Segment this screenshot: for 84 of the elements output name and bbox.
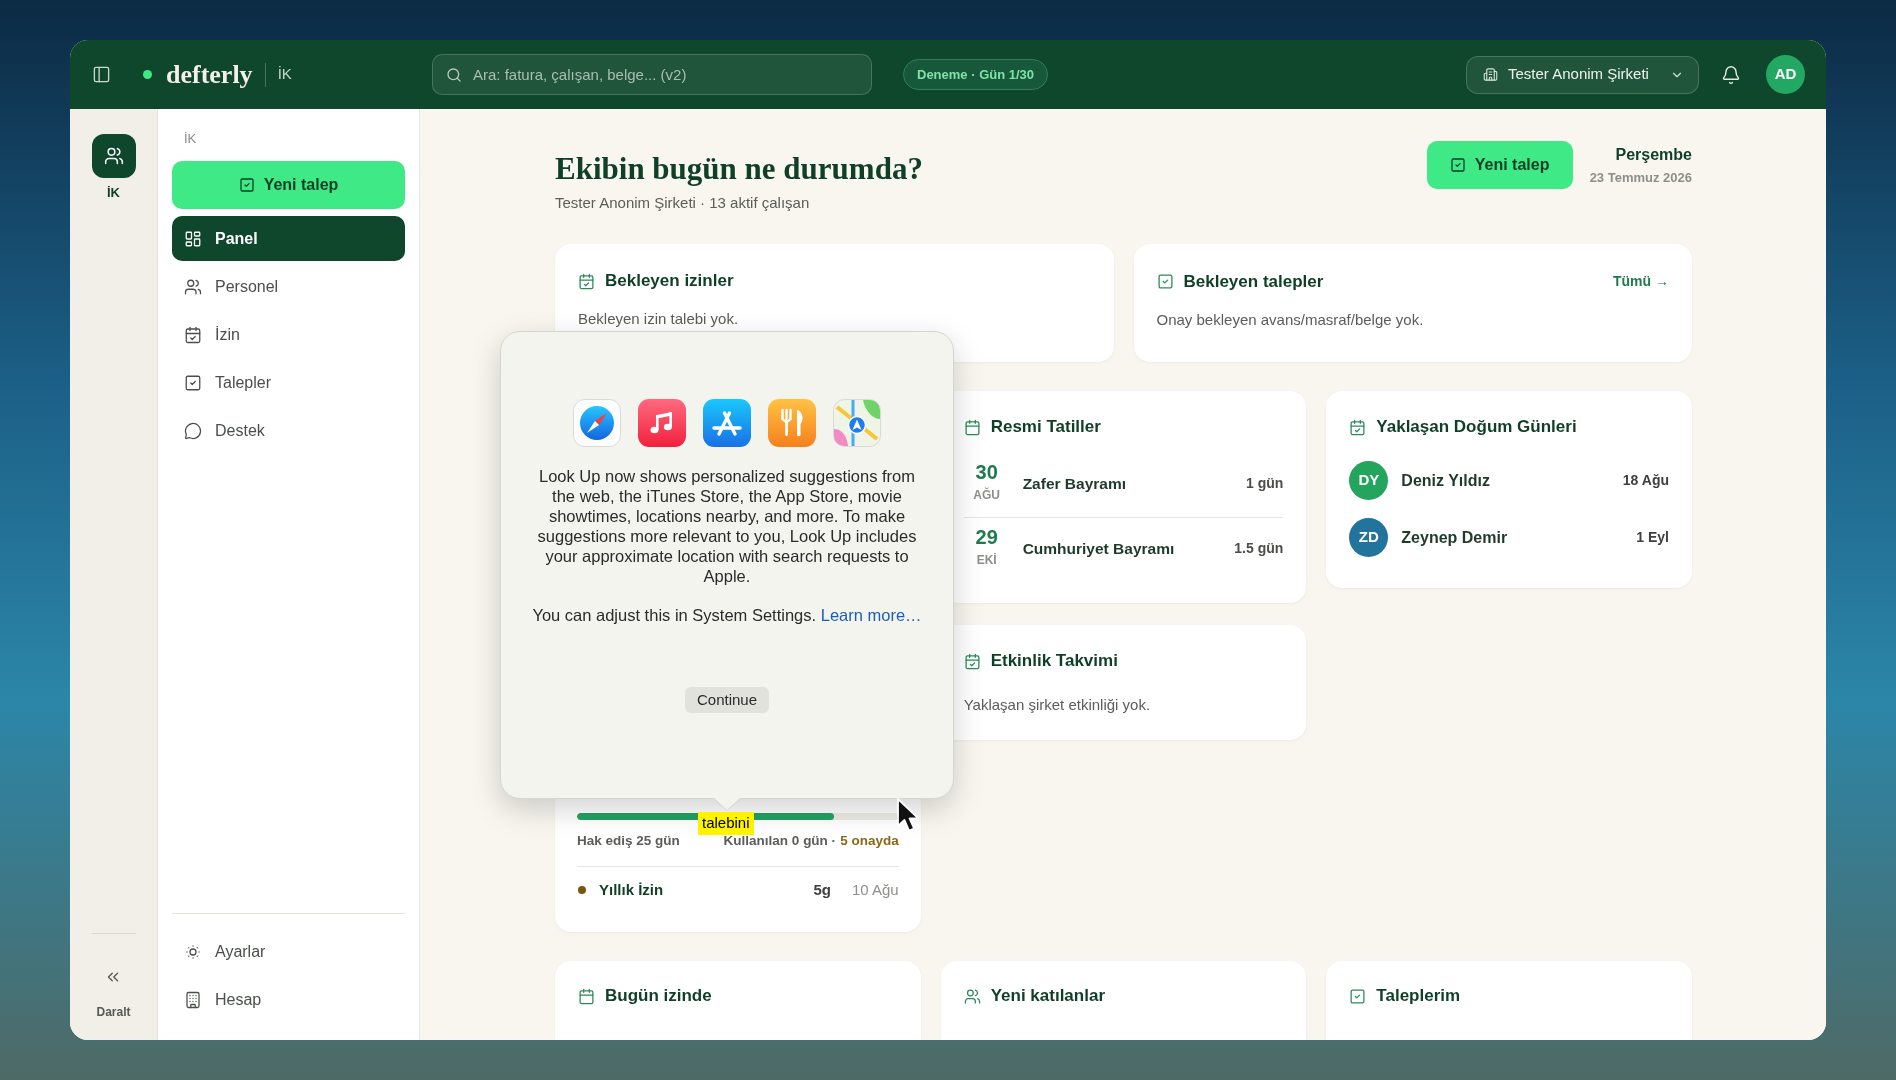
- card-title: Etkinlik Takvimi: [990, 651, 1118, 671]
- module-tile[interactable]: [91, 134, 136, 178]
- leave-days: 5g: [813, 878, 831, 902]
- card-title: Bekleyen talepler: [1183, 271, 1324, 292]
- checkbox-icon: [184, 373, 202, 392]
- leave-date: 10 Ağu: [851, 879, 899, 900]
- person-name: Deniz Yıldız: [1401, 470, 1490, 491]
- checkbox-icon: [1156, 273, 1174, 290]
- pending-count-text: 5 onayda: [840, 832, 899, 850]
- chat-bubble-icon: [184, 421, 202, 440]
- fork-knife-app-icon: [768, 399, 816, 447]
- section-label: İK: [184, 131, 198, 147]
- bell-icon[interactable]: [1721, 64, 1741, 85]
- person-name: Zeynep Demir: [1401, 527, 1508, 548]
- module-label: İK: [277, 64, 292, 85]
- new-request-button[interactable]: Yeni talep: [172, 161, 405, 209]
- empty-state-text: Onay bekleyen avans/masraf/belge yok.: [1156, 311, 1425, 329]
- leave-type-name: Yıllık İzin: [599, 879, 664, 900]
- map-app-icon: [833, 399, 881, 447]
- used-days-text: Kullanılan 0 gün ·: [723, 832, 837, 850]
- sidebar-item[interactable]: Destek: [172, 408, 405, 453]
- module-tile-label: İK: [107, 185, 120, 201]
- new-request-button[interactable]: Yeni talep: [1426, 141, 1573, 189]
- holiday-month: AĞU: [973, 487, 1000, 503]
- calendar-check-icon: [963, 652, 981, 670]
- card-title: Bekleyen izinler: [605, 271, 734, 291]
- empty-state-text: Yaklaşan şirket etkinliği yok.: [963, 696, 1152, 714]
- company-selector[interactable]: Tester Anonim Şirketi: [1466, 55, 1699, 94]
- building-icon: [184, 990, 202, 1009]
- card-title: Yaklaşan Doğum Günleri: [1376, 417, 1577, 437]
- users-icon: [184, 277, 202, 296]
- music-note-app-icon: [638, 399, 686, 447]
- holiday-month: EKİ: [976, 552, 997, 568]
- trial-badge: Deneme · Gün 1/30: [903, 59, 1049, 90]
- lookup-description: Look Up now shows personalized suggestions from the web, the iTunes Store, the App Store, movie showtimes, locations nearby, and more. To make suggestions more relevant to you, Look Up includes your approximate location with search requests to Apple.: [536, 466, 918, 586]
- card-title: Resmi Tatiller: [990, 417, 1101, 437]
- users-icon: [963, 987, 981, 1005]
- weekday-label: Perşembe: [1615, 145, 1692, 165]
- entitlement-text: Hak ediş 25 gün: [577, 832, 680, 850]
- sidebar-item[interactable]: Panel: [172, 216, 405, 261]
- holiday-day: 29: [975, 525, 998, 549]
- holiday-name: Zafer Bayramı: [1022, 473, 1127, 494]
- calendar-icon: [578, 987, 595, 1005]
- sidebar-item[interactable]: Talepler: [172, 360, 405, 405]
- compass-app-icon: [573, 399, 621, 447]
- brand-name: defterly: [166, 59, 253, 90]
- holiday-duration: 1.5 gün: [1234, 539, 1284, 558]
- calendar-check-icon: [184, 325, 202, 344]
- settings-note: You can adjust this in System Settings. Learn more…: [532, 605, 922, 625]
- sidebar-item[interactable]: Personel: [172, 264, 405, 309]
- card-title: Taleplerim: [1376, 986, 1461, 1006]
- person-avatar: DY: [1349, 461, 1389, 500]
- sidebar-panel-icon[interactable]: [92, 65, 111, 84]
- calendar-check-icon: [578, 272, 595, 290]
- sidebar-item[interactable]: Hesap: [172, 977, 405, 1022]
- checkbox-icon: [238, 177, 255, 193]
- empty-state-text: Bekleyen izin talebi yok.: [578, 310, 740, 328]
- card-title: Bugün izinde: [605, 986, 712, 1006]
- holiday-day: 30: [975, 460, 998, 484]
- dashboard-grid-icon: [184, 229, 202, 248]
- birthday-date: 18 Ağu: [1622, 471, 1669, 490]
- collapse-button[interactable]: Daralt: [96, 968, 131, 1020]
- sidebar-item[interactable]: Ayarlar: [172, 929, 405, 974]
- search-icon: [446, 66, 462, 83]
- card-title: Yeni katılanlar: [990, 986, 1105, 1006]
- page-subtitle: Tester Anonim Şirketi · 13 aktif çalışan: [555, 193, 811, 213]
- users-icon: [103, 146, 124, 166]
- a-shape-app-icon: [703, 399, 751, 447]
- calendar-icon: [963, 418, 981, 436]
- checkbox-icon: [1449, 157, 1466, 173]
- holiday-name: Cumhuriyet Bayramı: [1022, 538, 1175, 559]
- calendar-check-icon: [1349, 418, 1367, 436]
- continue-button[interactable]: Continue: [684, 687, 769, 713]
- holiday-duration: 1 gün: [1246, 474, 1284, 493]
- building-icon: [1483, 67, 1498, 82]
- view-all-link[interactable]: Tümü →: [1613, 271, 1669, 292]
- page-title: Ekibin bugün ne durumda?: [555, 150, 923, 188]
- person-avatar: ZD: [1349, 518, 1389, 557]
- date-label: 23 Temmuz 2026: [1589, 169, 1692, 187]
- birthday-date: 1 Eyl: [1636, 528, 1669, 547]
- learn-more-link[interactable]: Learn more…: [820, 606, 922, 624]
- checkbox-icon: [1349, 987, 1367, 1005]
- highlighted-word: talebini: [698, 812, 754, 835]
- sidebar-item[interactable]: İzin: [172, 312, 405, 357]
